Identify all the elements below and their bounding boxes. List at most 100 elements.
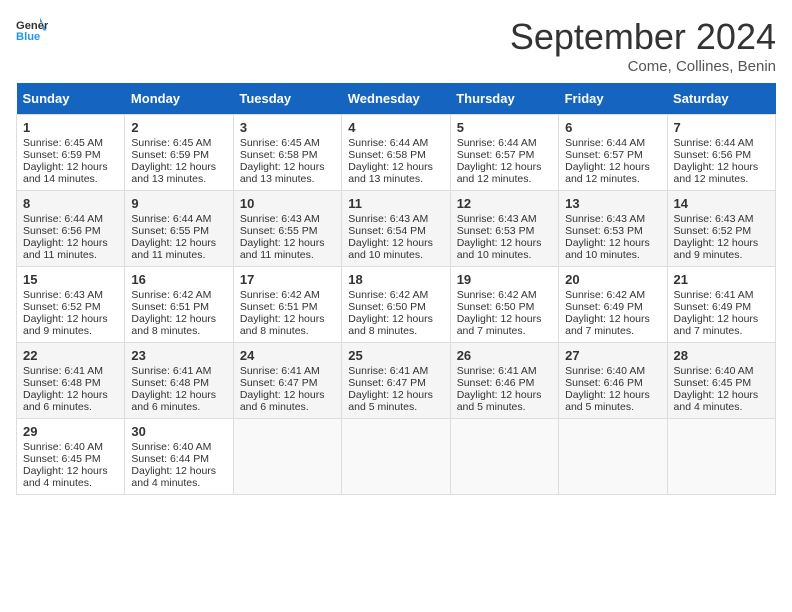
day-info-line: Sunrise: 6:41 AM	[23, 365, 118, 377]
calendar-cell: 29Sunrise: 6:40 AMSunset: 6:45 PMDayligh…	[17, 419, 125, 495]
day-header-friday: Friday	[559, 83, 667, 115]
calendar-cell: 18Sunrise: 6:42 AMSunset: 6:50 PMDayligh…	[342, 267, 450, 343]
day-info-line: Daylight: 12 hours	[240, 389, 335, 401]
page-header: General Blue September 2024 Come, Collin…	[16, 16, 776, 75]
day-number: 18	[348, 272, 443, 287]
calendar-cell: 5Sunrise: 6:44 AMSunset: 6:57 PMDaylight…	[450, 115, 558, 191]
day-info-line: Daylight: 12 hours	[240, 313, 335, 325]
day-info-line: Sunset: 6:49 PM	[565, 301, 660, 313]
day-info-line: Sunrise: 6:44 AM	[565, 137, 660, 149]
day-info-line: Daylight: 12 hours	[674, 313, 769, 325]
day-info-line: and 13 minutes.	[131, 173, 226, 185]
calendar-cell: 23Sunrise: 6:41 AMSunset: 6:48 PMDayligh…	[125, 343, 233, 419]
day-info-line: Sunrise: 6:43 AM	[457, 213, 552, 225]
day-number: 11	[348, 196, 443, 211]
day-info-line: Sunset: 6:46 PM	[457, 377, 552, 389]
day-info-line: Sunset: 6:50 PM	[457, 301, 552, 313]
day-info-line: Sunrise: 6:42 AM	[457, 289, 552, 301]
day-info-line: and 8 minutes.	[240, 325, 335, 337]
day-info-line: Daylight: 12 hours	[23, 465, 118, 477]
calendar-cell: 17Sunrise: 6:42 AMSunset: 6:51 PMDayligh…	[233, 267, 341, 343]
week-row-2: 8 Sunrise: 6:44 AMSunset: 6:56 PM Daylight…	[17, 191, 776, 267]
day-info-line: Sunrise: 6:41 AM	[348, 365, 443, 377]
day-info-line: and 13 minutes.	[240, 173, 335, 185]
day-info-line: and 9 minutes.	[23, 325, 118, 337]
day-number: 19	[457, 272, 552, 287]
calendar-cell	[233, 419, 341, 495]
calendar-table: SundayMondayTuesdayWednesdayThursdayFrid…	[16, 83, 776, 495]
day-number: 2	[131, 120, 226, 135]
calendar-cell: 25Sunrise: 6:41 AMSunset: 6:47 PMDayligh…	[342, 343, 450, 419]
calendar-cell: 28Sunrise: 6:40 AMSunset: 6:45 PMDayligh…	[667, 343, 775, 419]
day-info-line: Sunrise: 6:43 AM	[565, 213, 660, 225]
day-info-line: and 7 minutes.	[674, 325, 769, 337]
calendar-cell: 27Sunrise: 6:40 AMSunset: 6:46 PMDayligh…	[559, 343, 667, 419]
day-info-line: Sunset: 6:57 PM	[565, 149, 660, 161]
day-number: 14	[674, 196, 769, 211]
day-info-line: Sunset: 6:51 PM	[240, 301, 335, 313]
day-number: 29	[23, 424, 118, 439]
day-info-line: and 6 minutes.	[23, 401, 118, 413]
day-info-line: Sunset: 6:48 PM	[131, 377, 226, 389]
day-info-line: and 6 minutes.	[240, 401, 335, 413]
day-info-line: Sunrise: 6:42 AM	[131, 289, 226, 301]
calendar-cell	[667, 419, 775, 495]
week-row-4: 22Sunrise: 6:41 AMSunset: 6:48 PMDayligh…	[17, 343, 776, 419]
day-info-line: Sunrise: 6:44 AM	[23, 213, 118, 225]
day-info-line: Daylight: 12 hours	[565, 161, 660, 173]
day-number: 15	[23, 272, 118, 287]
day-info-line: Daylight: 12 hours	[565, 389, 660, 401]
day-info-line: Daylight: 12 hours	[674, 237, 769, 249]
day-info-line: Sunset: 6:55 PM	[240, 225, 335, 237]
calendar-cell: 12 Sunrise: 6:43 AMSunset: 6:53 PMDayligh…	[450, 191, 558, 267]
week-row-5: 29Sunrise: 6:40 AMSunset: 6:45 PMDayligh…	[17, 419, 776, 495]
day-info-line: and 8 minutes.	[348, 325, 443, 337]
day-number: 17	[240, 272, 335, 287]
day-number: 28	[674, 348, 769, 363]
day-info-line: Sunrise: 6:45 AM	[240, 137, 335, 149]
calendar-cell: 9Sunrise: 6:44 AMSunset: 6:55 PMDaylight…	[125, 191, 233, 267]
day-info-line: Daylight: 12 hours	[674, 389, 769, 401]
day-info-line: Sunset: 6:53 PM	[457, 225, 552, 237]
day-info-line: Sunrise: 6:42 AM	[565, 289, 660, 301]
svg-text:Blue: Blue	[16, 31, 40, 43]
day-header-thursday: Thursday	[450, 83, 558, 115]
day-info-line: and 13 minutes.	[348, 173, 443, 185]
day-info-line: and 10 minutes.	[565, 249, 660, 261]
day-info-line: Daylight: 12 hours	[23, 313, 118, 325]
day-info-line: Sunrise: 6:45 AM	[23, 137, 118, 149]
day-info-line: Sunrise: 6:41 AM	[131, 365, 226, 377]
day-header-monday: Monday	[125, 83, 233, 115]
day-number: 26	[457, 348, 552, 363]
day-info-line: Daylight: 12 hours	[23, 161, 118, 173]
calendar-cell: 13Sunrise: 6:43 AMSunset: 6:53 PMDayligh…	[559, 191, 667, 267]
day-info-line: and 4 minutes.	[674, 401, 769, 413]
day-info-line: Sunset: 6:52 PM	[23, 301, 118, 313]
day-number: 20	[565, 272, 660, 287]
day-info-line: Daylight: 12 hours	[565, 313, 660, 325]
title-section: September 2024 Come, Collines, Benin	[510, 16, 776, 75]
day-info-line: Daylight: 12 hours	[348, 313, 443, 325]
calendar-cell: 10Sunrise: 6:43 AMSunset: 6:55 PMDayligh…	[233, 191, 341, 267]
day-info-line: Daylight: 12 hours	[457, 237, 552, 249]
day-info-line: and 11 minutes.	[23, 249, 118, 261]
day-header-tuesday: Tuesday	[233, 83, 341, 115]
day-info-line: Daylight: 12 hours	[240, 161, 335, 173]
week-row-3: 15Sunrise: 6:43 AMSunset: 6:52 PMDayligh…	[17, 267, 776, 343]
day-info-line: Sunset: 6:51 PM	[131, 301, 226, 313]
calendar-cell: 21Sunrise: 6:41 AMSunset: 6:49 PMDayligh…	[667, 267, 775, 343]
location-subtitle: Come, Collines, Benin	[510, 58, 776, 75]
day-number: 12	[457, 196, 552, 211]
day-info-line: Sunset: 6:47 PM	[348, 377, 443, 389]
day-info-line: Sunrise: 6:45 AM	[131, 137, 226, 149]
day-number: 21	[674, 272, 769, 287]
day-info-line: and 14 minutes.	[23, 173, 118, 185]
day-number: 27	[565, 348, 660, 363]
day-number: 23	[131, 348, 226, 363]
day-info-line: Sunset: 6:56 PM	[23, 225, 118, 237]
day-info-line: Sunset: 6:54 PM	[348, 225, 443, 237]
day-number: 8	[23, 196, 118, 211]
day-info-line: and 12 minutes.	[565, 173, 660, 185]
day-info-line: Daylight: 12 hours	[23, 389, 118, 401]
day-info-line: Sunset: 6:58 PM	[240, 149, 335, 161]
